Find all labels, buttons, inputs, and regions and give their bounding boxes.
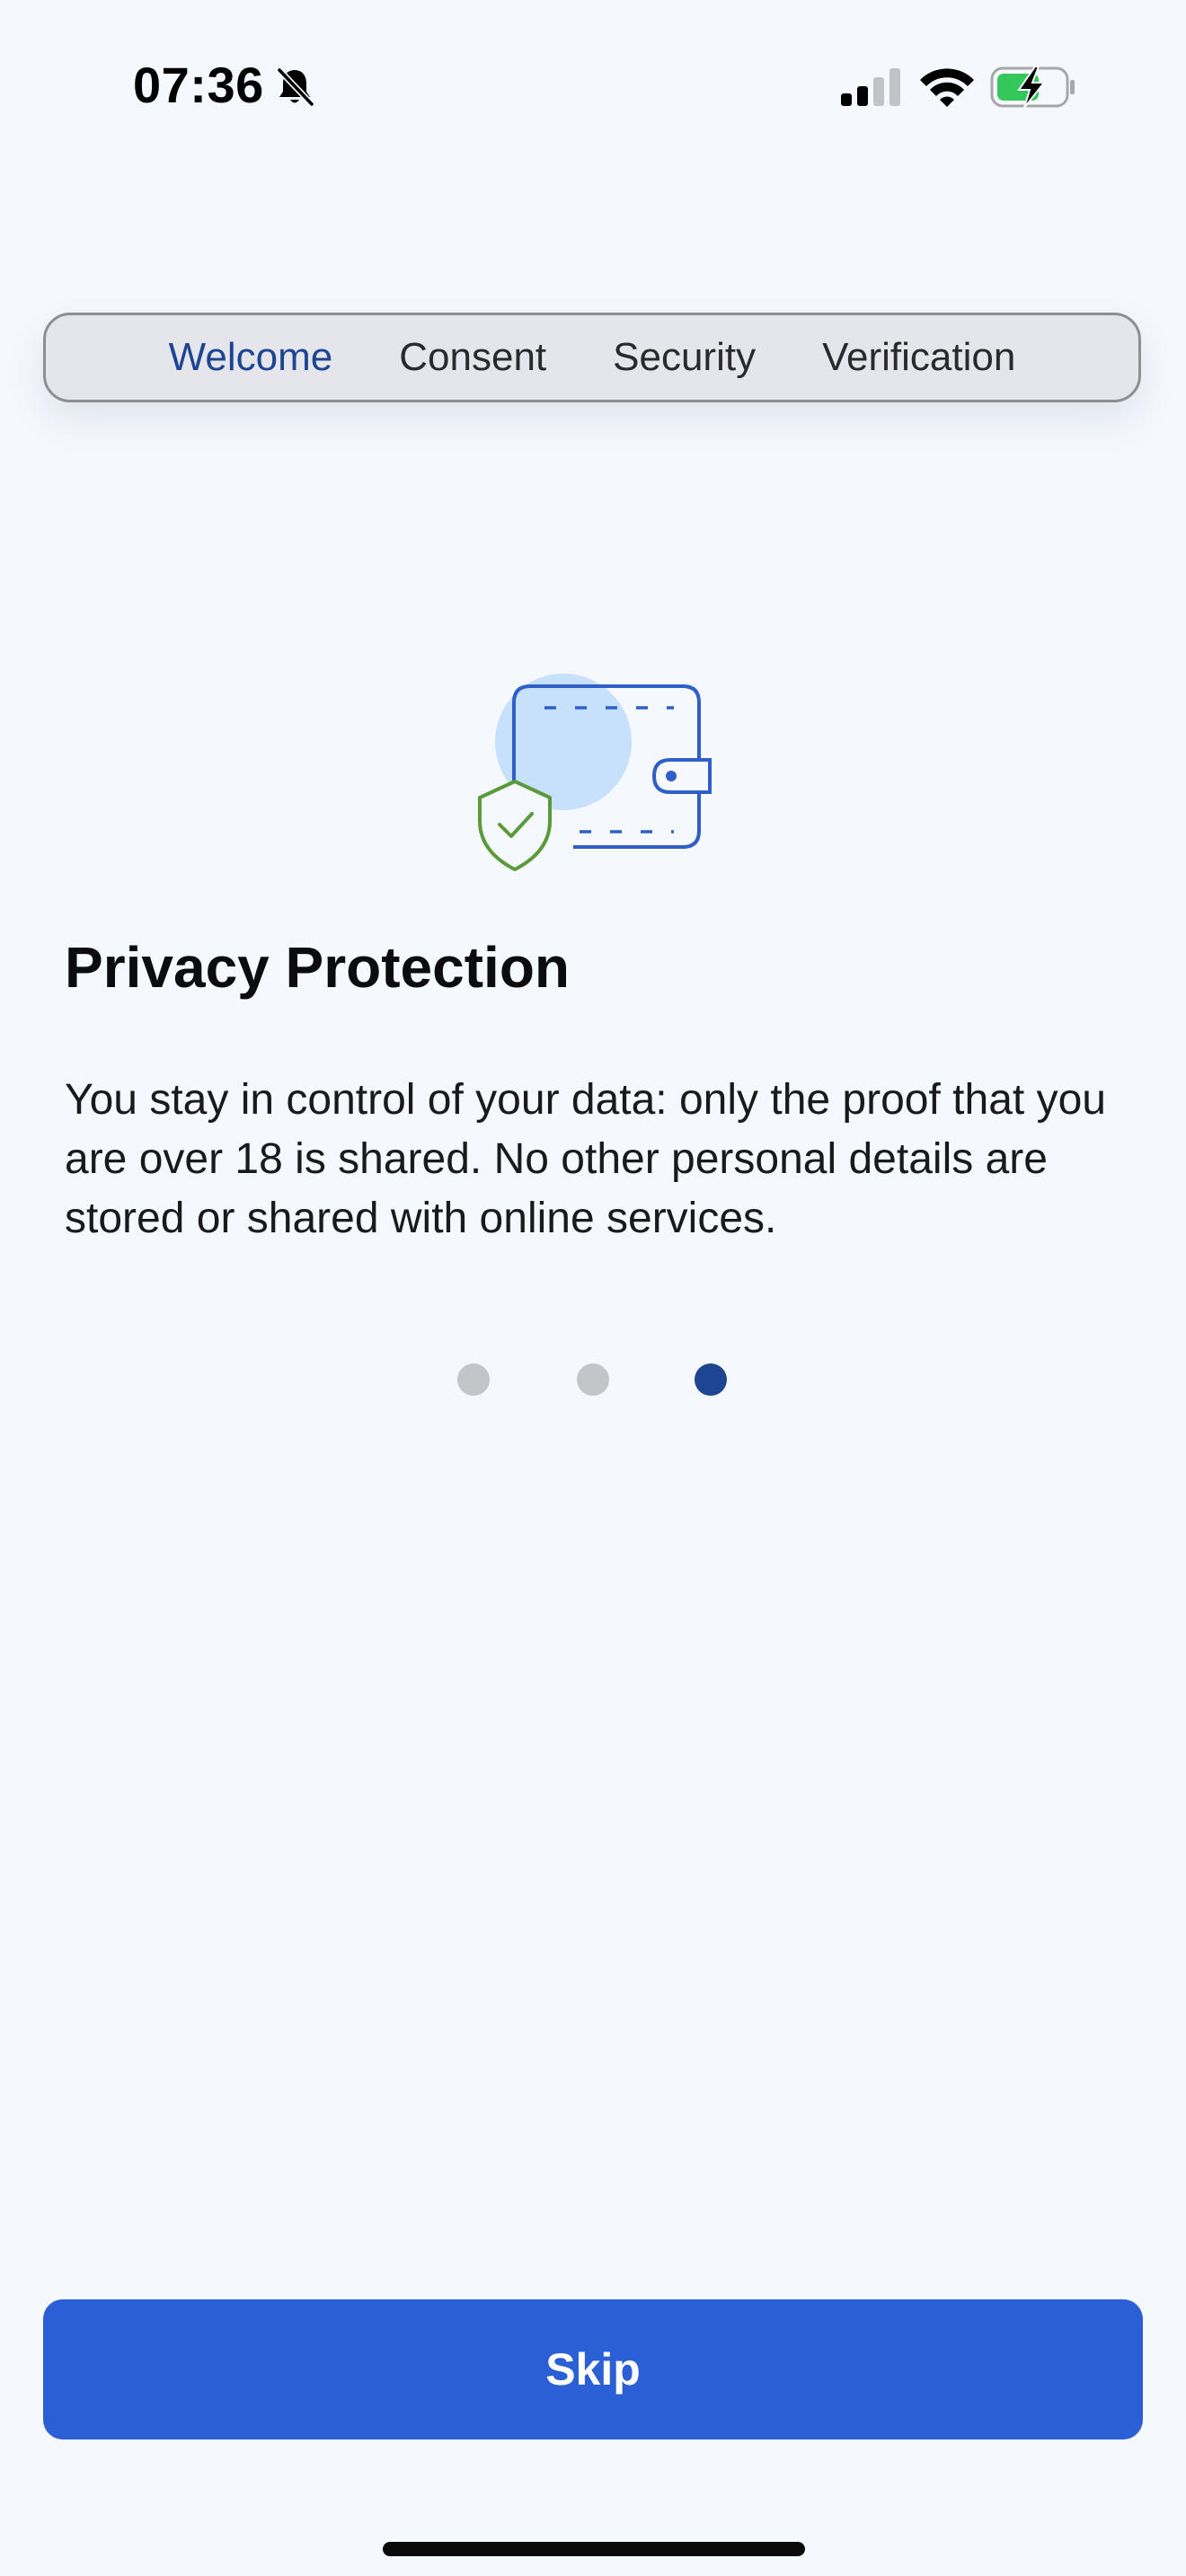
page-dot-2[interactable] — [577, 1363, 609, 1396]
tab-verification[interactable]: Verification — [789, 313, 1049, 402]
tab-security[interactable]: Security — [580, 313, 789, 402]
page-dot-1[interactable] — [457, 1363, 490, 1396]
bell-slash-icon — [277, 67, 314, 107]
page-description: You stay in control of your data: only t… — [65, 1076, 1106, 1242]
home-indicator[interactable] — [383, 2542, 805, 2556]
skip-button[interactable]: Skip — [43, 2299, 1143, 2439]
shield-check-icon — [478, 780, 552, 871]
wifi-icon — [920, 68, 974, 107]
wallet-shield-illustration — [478, 674, 712, 871]
status-time: 07:36 — [133, 57, 264, 113]
page-title: Privacy Protection — [65, 935, 570, 1000]
page-indicator — [0, 1363, 1186, 1396]
page-dot-3-active[interactable] — [695, 1363, 727, 1396]
cellular-signal-icon — [841, 68, 900, 106]
tab-consent[interactable]: Consent — [366, 313, 580, 402]
status-bar: 07:36 — [0, 0, 1186, 171]
battery-charging-icon — [990, 66, 1075, 109]
tab-welcome[interactable]: Welcome — [136, 313, 367, 402]
onboarding-tab-bar: Welcome Consent Security Verification — [43, 313, 1141, 402]
